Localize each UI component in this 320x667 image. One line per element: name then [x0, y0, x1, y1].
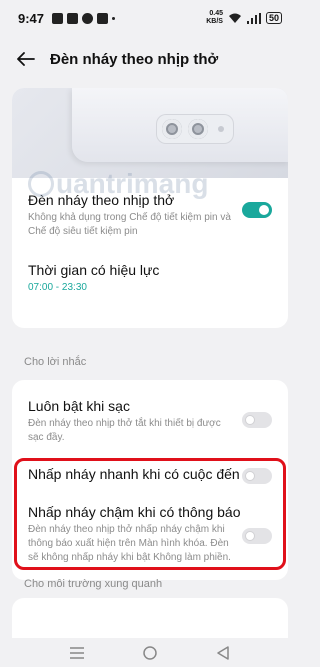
network-speed-unit: KB/S [206, 18, 223, 25]
environment-card [12, 598, 288, 638]
settings-icon [97, 12, 109, 24]
back-arrow-icon[interactable] [16, 49, 36, 69]
status-right: 0.45 KB/S 50 [206, 10, 282, 26]
effective-time-title: Thời gian có hiệu lực [28, 262, 160, 278]
breathing-light-switch[interactable] [242, 202, 272, 218]
network-speed: 0.45 KB/S [206, 10, 223, 26]
always-on-charging-switch[interactable] [242, 412, 272, 428]
breathing-light-toggle-row[interactable]: Đèn nháy theo nhịp thở Không khả dụng tr… [12, 178, 288, 250]
wifi-icon [228, 13, 241, 23]
app-notification-icon [52, 12, 64, 24]
camera-lens-icon [162, 119, 182, 139]
camera-lens-icon [188, 119, 208, 139]
effective-time-value: 07:00 - 23:30 [28, 282, 87, 293]
always-on-charging-row[interactable]: Luôn bật khi sạc Đèn nháy theo nhịp thở … [12, 380, 288, 456]
breathing-light-card: Đèn nháy theo nhịp thở Không khả dụng tr… [12, 88, 288, 328]
camera-module-illustration [156, 114, 234, 144]
page-header: Đèn nháy theo nhịp thở [0, 40, 300, 78]
network-speed-value: 0.45 [209, 10, 223, 17]
system-nav-bar [0, 638, 300, 667]
breathing-light-desc: Không khả dụng trong Chế độ tiết kiệm pi… [28, 212, 231, 237]
effective-time-row[interactable]: Thời gian có hiệu lực 07:00 - 23:30 [12, 250, 288, 310]
battery-indicator: 50 [265, 12, 282, 24]
section-label-environment: Cho môi trường xung quanh [24, 578, 163, 590]
app-notification-icon [67, 12, 79, 24]
menu-icon[interactable] [68, 646, 86, 660]
signal-icon [246, 12, 261, 24]
always-on-charging-desc: Đèn nháy theo nhịp thở tắt khi thiết bị … [28, 418, 221, 443]
status-time: 9:47 [18, 10, 45, 26]
notification-icons [52, 12, 116, 24]
phone-illustration [72, 88, 288, 162]
back-triangle-icon[interactable] [214, 645, 232, 660]
messenger-icon [82, 12, 94, 24]
home-icon[interactable] [141, 645, 159, 660]
page-title: Đèn nháy theo nhịp thở [50, 50, 219, 68]
highlight-annotation [14, 458, 286, 570]
breathing-light-title: Đèn nháy theo nhịp thở [28, 192, 175, 208]
flash-icon [218, 126, 224, 132]
more-dot-icon [112, 16, 116, 20]
status-bar: 9:47 0.45 KB/S 50 [0, 0, 300, 36]
always-on-charging-title: Luôn bật khi sạc [28, 398, 130, 414]
section-label-reminders: Cho lời nhắc [24, 356, 87, 368]
phone-preview-image [12, 88, 288, 178]
